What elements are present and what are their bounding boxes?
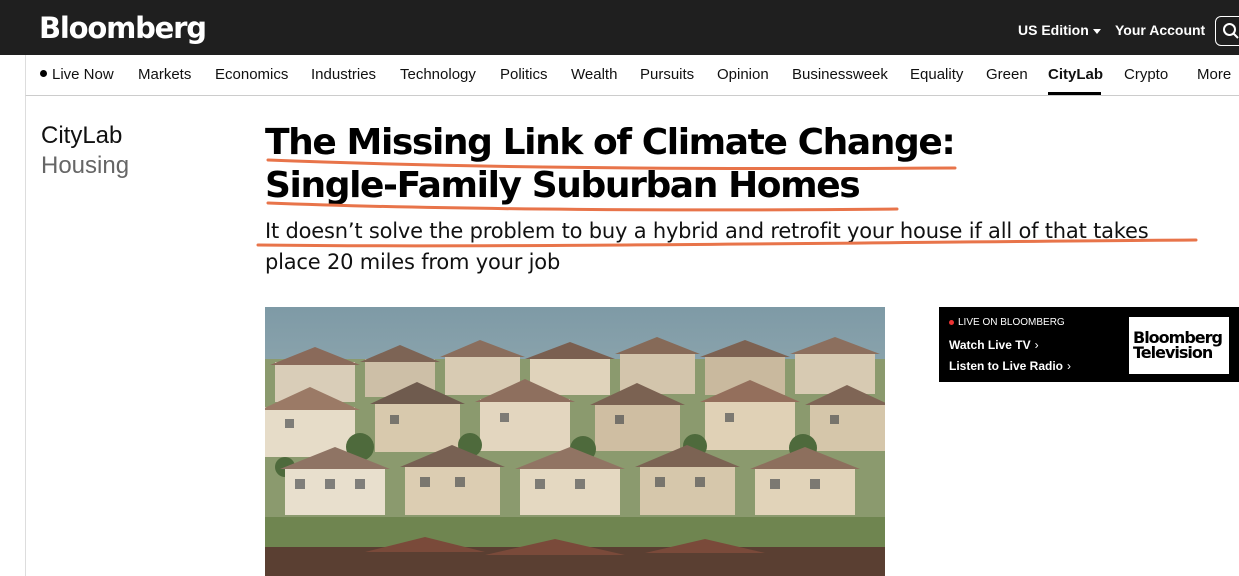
nav-item-politics[interactable]: Politics bbox=[500, 66, 548, 83]
watch-live-tv-link[interactable]: Watch Live TV › bbox=[949, 338, 1039, 352]
section-label[interactable]: CityLab bbox=[41, 121, 122, 151]
nav-item-businessweek[interactable]: Businessweek bbox=[792, 66, 888, 83]
left-divider bbox=[25, 96, 26, 576]
live-dot-icon bbox=[40, 69, 47, 77]
search-button[interactable] bbox=[1215, 16, 1239, 46]
nav-item-opinion[interactable]: Opinion bbox=[717, 66, 769, 83]
subsection-label[interactable]: Housing bbox=[41, 151, 129, 181]
bloomberg-logo[interactable]: Bloomberg bbox=[39, 11, 207, 45]
edition-selector[interactable]: US Edition bbox=[1018, 22, 1101, 38]
nav-item-pursuits[interactable]: Pursuits bbox=[640, 66, 694, 83]
nav-item-industries[interactable]: Industries bbox=[311, 66, 376, 83]
listen-live-radio-link[interactable]: Listen to Live Radio › bbox=[949, 359, 1071, 373]
headline-line-1: The Missing Link of Climate Change: bbox=[265, 122, 956, 163]
dek-line-1: It doesn’t solve the problem to buy a hy… bbox=[265, 219, 1149, 243]
nav-item-more[interactable]: More bbox=[1197, 66, 1231, 83]
bloomberg-television-logo[interactable]: Bloomberg Television bbox=[1129, 317, 1229, 374]
edition-label: US Edition bbox=[1018, 22, 1089, 38]
caret-down-icon bbox=[1092, 28, 1101, 34]
nav-item-green[interactable]: Green bbox=[986, 66, 1028, 83]
live-label: LIVE ON BLOOMBERG bbox=[949, 317, 1065, 328]
hero-image bbox=[265, 307, 885, 576]
live-red-dot-icon bbox=[949, 320, 954, 325]
dek-line-2: place 20 miles from your job bbox=[265, 250, 561, 274]
nav-item-crypto[interactable]: Crypto bbox=[1124, 66, 1168, 83]
headline-line-2: Single-Family Suburban Homes bbox=[265, 165, 861, 206]
live-on-bloomberg-box: LIVE ON BLOOMBERG Watch Live TV › Listen … bbox=[939, 307, 1239, 382]
article-headline: The Missing Link of Climate Change: Sing… bbox=[265, 121, 1025, 207]
nav-item-wealth[interactable]: Wealth bbox=[571, 66, 617, 83]
chevron-right-icon: › bbox=[1034, 338, 1039, 352]
nav-item-markets[interactable]: Markets bbox=[138, 66, 191, 83]
article-dek: It doesn’t solve the problem to buy a hy… bbox=[265, 216, 1225, 278]
chevron-right-icon: › bbox=[1067, 359, 1072, 373]
top-bar: Bloomberg US Edition Your Account bbox=[0, 0, 1239, 55]
nav-item-citylab[interactable]: CityLab bbox=[1048, 66, 1103, 83]
search-icon bbox=[1223, 23, 1239, 39]
nav-item-live-now[interactable]: Live Now bbox=[40, 66, 114, 83]
nav-item-economics[interactable]: Economics bbox=[215, 66, 288, 83]
nav-item-technology[interactable]: Technology bbox=[400, 66, 476, 83]
your-account-link[interactable]: Your Account bbox=[1115, 22, 1205, 38]
active-nav-indicator bbox=[1048, 92, 1101, 95]
nav-item-equality[interactable]: Equality bbox=[910, 66, 963, 83]
